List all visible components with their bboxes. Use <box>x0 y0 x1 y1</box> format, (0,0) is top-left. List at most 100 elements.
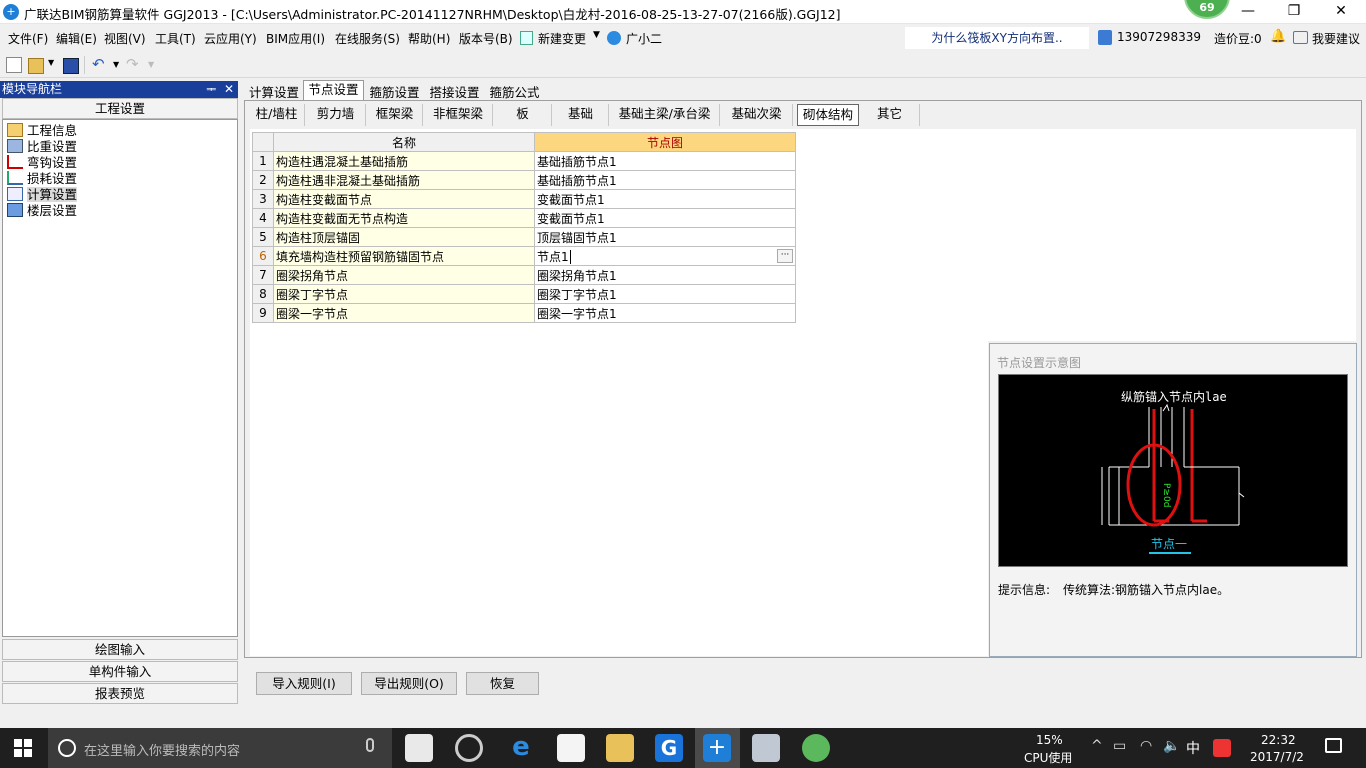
table-row[interactable]: 7 圈梁拐角节点 圈梁拐角节点1 <box>252 265 796 285</box>
import-rules-button[interactable]: 导入规则(I) <box>256 672 352 695</box>
node-cell[interactable]: 基础插筋节点1 <box>534 151 796 171</box>
undo-icon[interactable]: ↶ <box>92 55 105 73</box>
tree-item-floor[interactable]: 楼层设置 <box>7 203 77 219</box>
menu-edit[interactable]: 编辑(E) <box>56 30 97 47</box>
volume-icon[interactable]: 🔈 <box>1163 738 1180 754</box>
chevron-down-icon[interactable]: ▼ <box>48 58 54 67</box>
menu-bim[interactable]: BIM应用(I) <box>266 30 325 47</box>
taskview-app-icon[interactable] <box>405 734 433 762</box>
menu-tools[interactable]: 工具(T) <box>155 30 196 47</box>
tab-stirrup-formula[interactable]: 箍筋公式 <box>486 83 543 101</box>
menu-new-change[interactable]: 新建变更 <box>538 30 586 47</box>
menu-cloud[interactable]: 云应用(Y) <box>204 30 257 47</box>
subtab-masonry[interactable]: 砌体结构 <box>797 104 859 126</box>
tab-lap-settings[interactable]: 搭接设置 <box>426 83 483 101</box>
help-link[interactable]: 为什么筏板XY方向布置.. <box>905 27 1089 49</box>
taskbar-search-input[interactable]: 在这里输入你要搜索的内容 <box>48 728 392 768</box>
maximize-button[interactable]: ❐ <box>1271 0 1317 24</box>
node-cell-value[interactable]: 节点1 <box>537 250 569 264</box>
subtab-foundation-secondary-beam[interactable]: 基础次梁 <box>721 104 793 126</box>
subtab-frame-beam[interactable]: 框架梁 <box>367 104 423 126</box>
cost-beans[interactable]: 造价豆:0 <box>1214 30 1262 47</box>
node-cell[interactable]: 圈梁丁字节点1 <box>534 284 796 304</box>
notification-center-icon[interactable] <box>1325 738 1342 753</box>
microphone-icon[interactable] <box>366 738 374 752</box>
nav-section-project-settings[interactable]: 工程设置 <box>2 98 238 119</box>
battery-icon[interactable]: ▭ <box>1113 738 1126 754</box>
subtab-other[interactable]: 其它 <box>860 104 920 126</box>
node-cell[interactable]: 基础插筋节点1 <box>534 170 796 190</box>
suggest-link[interactable]: 我要建议 <box>1312 30 1360 47</box>
subtab-non-frame-beam[interactable]: 非框架梁 <box>424 104 493 126</box>
user-phone[interactable]: 13907298339 <box>1117 30 1201 44</box>
tab-stirrup-settings[interactable]: 箍筋设置 <box>366 83 423 101</box>
table-row[interactable]: 1 构造柱遇混凝土基础插筋 基础插筋节点1 <box>252 151 796 171</box>
windows-start-icon[interactable] <box>14 739 32 757</box>
folder-icon[interactable] <box>606 734 634 762</box>
glodon-g-icon[interactable]: G <box>655 734 683 762</box>
table-row[interactable]: 2 构造柱遇非混凝土基础插筋 基础插筋节点1 <box>252 170 796 190</box>
tree-item-calc[interactable]: 计算设置 <box>7 187 78 203</box>
ime-indicator[interactable]: 中 <box>1186 738 1200 758</box>
menu-version[interactable]: 版本号(B) <box>459 30 513 47</box>
sogou-icon[interactable] <box>1213 739 1231 757</box>
table-row[interactable]: 9 圈梁一字节点 圈梁一字节点1 <box>252 303 796 323</box>
tab-calc-settings[interactable]: 计算设置 <box>246 83 302 101</box>
export-rules-button[interactable]: 导出规则(O) <box>361 672 457 695</box>
menu-view[interactable]: 视图(V) <box>104 30 146 47</box>
menu-help[interactable]: 帮助(H) <box>408 30 450 47</box>
chevron-down-icon[interactable]: ▼ <box>113 60 119 69</box>
tree-item-density[interactable]: 比重设置 <box>7 139 77 155</box>
table-row[interactable]: 3 构造柱变截面节点 变截面节点1 <box>252 189 796 209</box>
store-icon[interactable] <box>557 734 585 762</box>
subtab-foundation[interactable]: 基础 <box>553 104 609 126</box>
chevron-down-icon[interactable]: ▼ <box>593 30 600 40</box>
nav-section-drawing[interactable]: 绘图输入 <box>2 639 238 660</box>
bell-icon[interactable]: 🔔 <box>1270 29 1286 44</box>
column-header-name[interactable]: 名称 <box>273 132 535 152</box>
browser-app-icon[interactable] <box>455 734 483 762</box>
window-app-icon[interactable] <box>752 734 780 762</box>
node-cell[interactable]: 圈梁一字节点1 <box>534 303 796 323</box>
green-app-icon[interactable] <box>802 734 830 762</box>
node-cell[interactable]: 变截面节点1 <box>534 189 796 209</box>
nav-section-single[interactable]: 单构件输入 <box>2 661 238 682</box>
save-icon[interactable] <box>63 58 79 74</box>
subtab-column[interactable]: 柱/墙柱 <box>249 104 305 126</box>
tree-item-project-info[interactable]: 工程信息 <box>7 123 77 139</box>
restore-button[interactable]: 恢复 <box>466 672 539 695</box>
close-button[interactable]: ✕ <box>1318 0 1364 24</box>
menu-online[interactable]: 在线服务(S) <box>335 30 400 47</box>
ggj-app-icon[interactable]: + <box>703 734 731 762</box>
table-row-selected[interactable]: 6 填充墙构造柱预留钢筋锚固节点 节点1 ··· <box>252 246 796 266</box>
clock-time[interactable]: 22:32 <box>1261 733 1296 747</box>
app-icon[interactable]: + <box>3 4 19 20</box>
tab-node-settings[interactable]: 节点设置 <box>303 80 364 101</box>
node-cell[interactable]: 变截面节点1 <box>534 208 796 228</box>
minimize-button[interactable]: — <box>1225 0 1271 24</box>
subtab-foundation-beam[interactable]: 基础主梁/承台梁 <box>610 104 720 126</box>
open-folder-icon[interactable] <box>28 58 44 74</box>
clock-date[interactable]: 2017/7/2 <box>1250 750 1304 764</box>
nav-section-report[interactable]: 报表预览 <box>2 683 238 704</box>
close-icon[interactable]: ✕ <box>224 81 234 98</box>
menu-assistant[interactable]: 广小二 <box>626 30 662 47</box>
column-header-node[interactable]: 节点图 <box>534 132 796 152</box>
table-row[interactable]: 8 圈梁丁字节点 圈梁丁字节点1 <box>252 284 796 304</box>
menu-file[interactable]: 文件(F) <box>8 30 48 47</box>
new-file-icon[interactable] <box>6 57 22 73</box>
pin-icon[interactable]: ᆍ <box>206 81 216 98</box>
edge-icon[interactable]: e <box>507 734 535 762</box>
chevron-up-icon[interactable]: ^ <box>1091 738 1103 754</box>
table-row[interactable]: 5 构造柱顶层锚固 顶层锚固节点1 <box>252 227 796 247</box>
tree-item-hook[interactable]: 弯钩设置 <box>7 155 77 171</box>
wifi-icon[interactable]: ◠ <box>1140 738 1152 754</box>
node-cell[interactable]: 圈梁拐角节点1 <box>534 265 796 285</box>
subtab-slab[interactable]: 板 <box>494 104 552 126</box>
node-cell-editing[interactable]: 节点1 ··· <box>534 246 796 266</box>
tree-item-loss[interactable]: 损耗设置 <box>7 171 77 187</box>
node-cell[interactable]: 顶层锚固节点1 <box>534 227 796 247</box>
table-row[interactable]: 4 构造柱变截面无节点构造 变截面节点1 <box>252 208 796 228</box>
subtab-shear-wall[interactable]: 剪力墙 <box>306 104 366 126</box>
ellipsis-button[interactable]: ··· <box>777 249 793 263</box>
